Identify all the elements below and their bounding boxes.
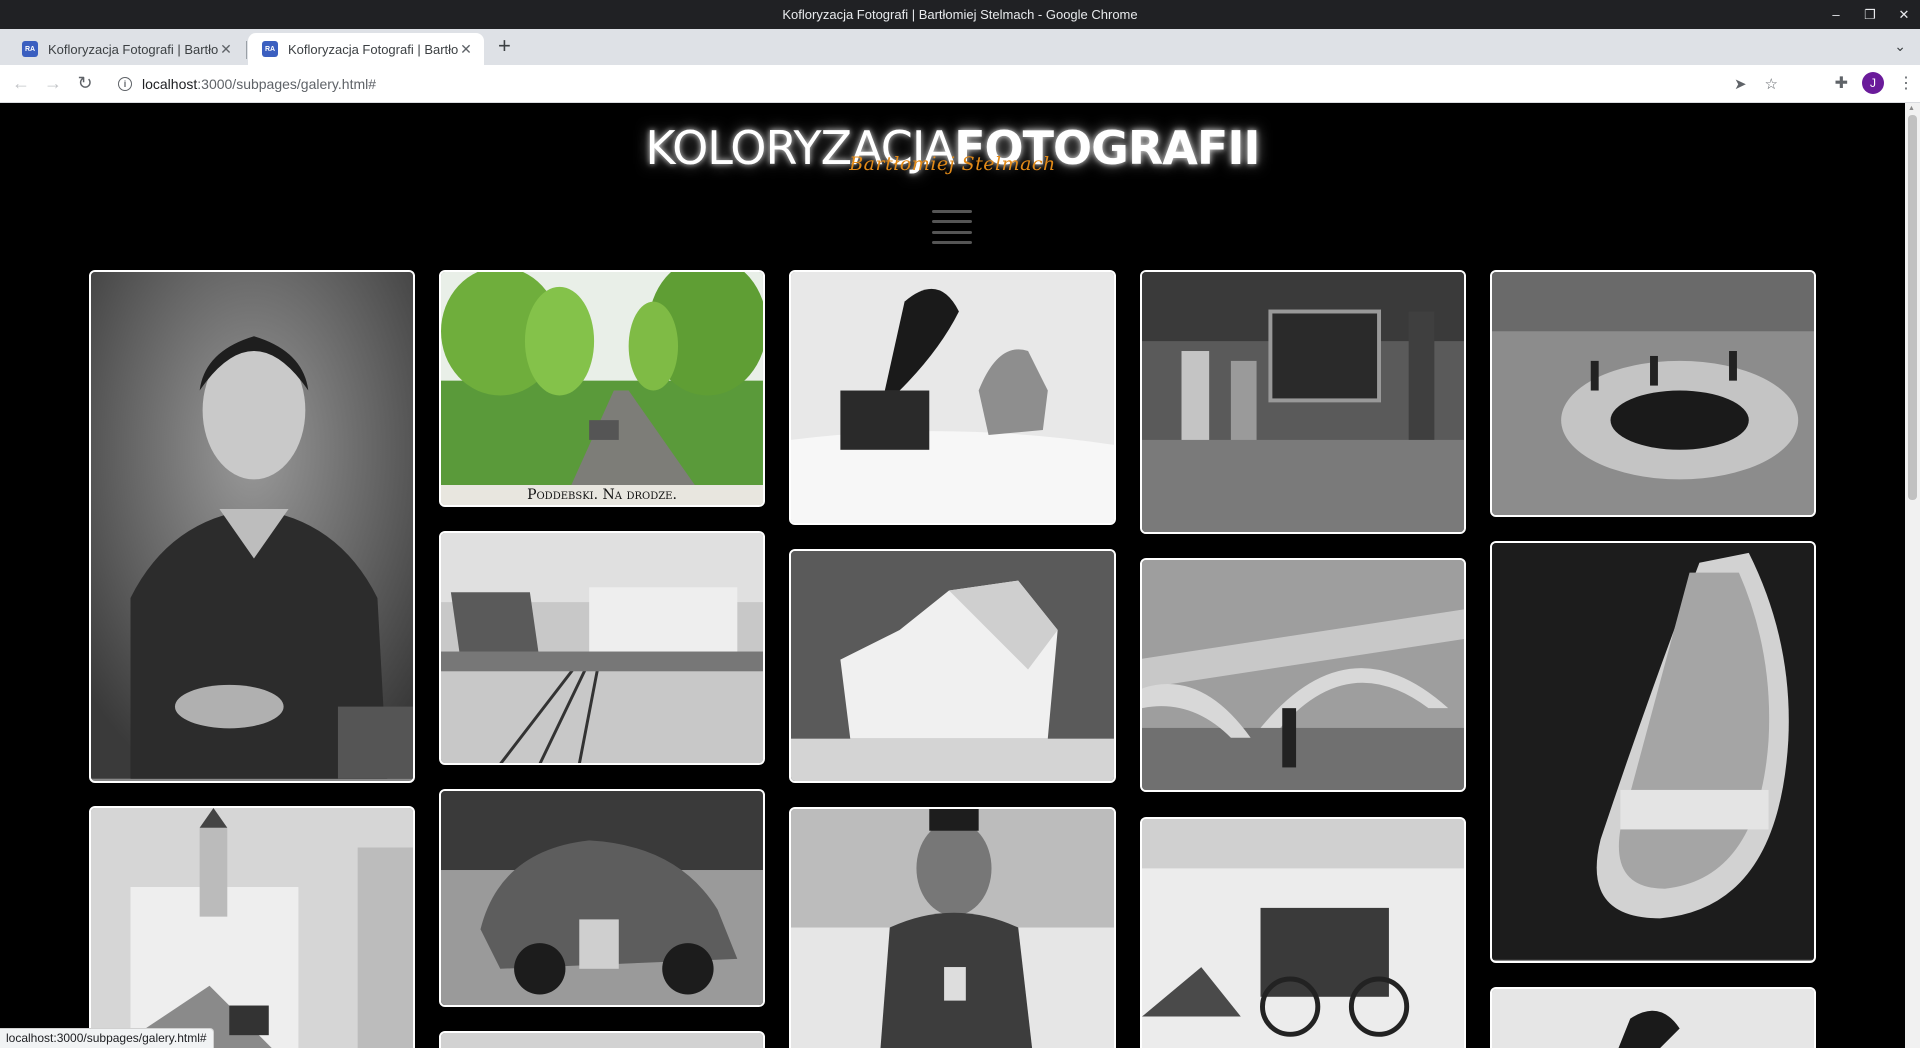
photo-winter-wagon[interactable]: [1140, 817, 1466, 1048]
tab-title: Kofloryzacja Fotografi | Bartłomiej Stel…: [288, 41, 458, 57]
partial-image: [441, 1033, 763, 1048]
tab-1[interactable]: RA Kofloryzacja Fotografi | Bartłomiej S…: [8, 33, 244, 65]
site-favicon-icon: RA: [22, 41, 38, 57]
minimize-icon[interactable]: –: [1828, 0, 1844, 29]
forward-arrow-icon[interactable]: →: [42, 73, 64, 93]
browser-toolbar: ← → ↻ i localhost:3000/subpages/galery.h…: [0, 65, 1920, 103]
tab-strip: RA Kofloryzacja Fotografi | Bartłomiej S…: [0, 29, 1920, 65]
send-to-device-icon[interactable]: ➤: [1734, 75, 1747, 93]
road-image: [441, 272, 763, 505]
page-viewport: KOLORYZACJAFOTOGRAFII Bartłomiej Stelmac…: [0, 103, 1905, 1048]
profile-avatar[interactable]: J: [1862, 72, 1884, 94]
close-tab-icon[interactable]: ✕: [218, 41, 234, 58]
wagon-image: [1142, 819, 1464, 1048]
photo-gramophone-dog[interactable]: [789, 270, 1116, 525]
photo-iceberg[interactable]: [789, 549, 1116, 783]
tab-divider: [246, 41, 247, 59]
new-tab-icon[interactable]: +: [498, 35, 511, 57]
hamburger-menu-icon[interactable]: [932, 210, 972, 244]
window-title: Kofloryzacja Fotografi | Bartłomiej Stel…: [782, 7, 1138, 22]
chrome-menu-icon[interactable]: ⋮: [1898, 73, 1914, 93]
photo-polar-explorer[interactable]: [789, 807, 1116, 1048]
photo-portrait-woman[interactable]: [89, 270, 415, 783]
photo-rooftop-crater[interactable]: [1490, 270, 1816, 517]
toolbar-actions: ✚ J ⋮: [1835, 72, 1914, 94]
scroll-up-arrow-icon[interactable]: ▲: [1908, 105, 1915, 112]
rooftop-image: [1492, 272, 1814, 515]
tab-search-chevron-icon[interactable]: ⌄: [1894, 38, 1906, 55]
reload-icon[interactable]: ↻: [74, 73, 96, 93]
car-image: [441, 791, 763, 1005]
scrollbar-thumb[interactable]: [1908, 115, 1917, 500]
url-path: :3000/subpages/galery.html#: [197, 76, 377, 92]
mine-image: [1142, 272, 1464, 532]
iceberg-image: [791, 551, 1114, 781]
gramophone-image: [1492, 989, 1814, 1048]
photo-road-car-colorized[interactable]: Poddebski. Na drodze.: [439, 270, 765, 507]
window-titlebar: Kofloryzacja Fotografi | Bartłomiej Stel…: [0, 0, 1920, 29]
photo-ice-cave[interactable]: [1490, 541, 1816, 963]
tab-title: Kofloryzacja Fotografi | Bartłomiej Stel…: [48, 41, 218, 57]
page-scrollbar[interactable]: ▲: [1905, 103, 1920, 1048]
gramophone-image: [791, 272, 1114, 523]
street-image: [91, 808, 413, 1048]
close-window-icon[interactable]: ✕: [1896, 0, 1912, 29]
bridge-image: [1142, 560, 1464, 790]
photo-caption: Poddebski. Na drodze.: [441, 485, 763, 505]
harbor-image: [441, 533, 763, 763]
tab-2-active[interactable]: RA Kofloryzacja Fotografi | Bartłomiej S…: [248, 33, 484, 65]
back-arrow-icon[interactable]: ←: [10, 73, 32, 93]
url-text: localhost:3000/subpages/galery.html#: [142, 76, 376, 92]
ice-cave-image: [1492, 543, 1814, 960]
close-tab-icon[interactable]: ✕: [458, 41, 474, 58]
omnibox-actions: ➤ ☆: [1734, 75, 1778, 93]
photo-vintage-car[interactable]: [439, 789, 765, 1007]
photo-harbor-railway[interactable]: [439, 531, 765, 765]
window-controls: – ❐ ✕: [1828, 0, 1912, 29]
bookmark-star-icon[interactable]: ☆: [1765, 75, 1778, 93]
logo-signature: Bartłomiej Stelmach: [849, 153, 1056, 175]
address-bar[interactable]: i localhost:3000/subpages/galery.html# ➤…: [108, 69, 1788, 99]
explorer-image: [791, 809, 1114, 1048]
restore-icon[interactable]: ❐: [1862, 0, 1878, 29]
photo-mine-painting[interactable]: [1140, 270, 1466, 534]
site-info-icon[interactable]: i: [118, 77, 132, 91]
photo-gramophone-partial[interactable]: [1490, 987, 1816, 1048]
url-host: localhost: [142, 76, 198, 92]
photo-church-street[interactable]: [89, 806, 415, 1048]
photo-bridge[interactable]: [1140, 558, 1466, 792]
extensions-puzzle-icon[interactable]: ✚: [1835, 73, 1848, 93]
portrait-image: [91, 272, 413, 779]
photo-partial-col2[interactable]: [439, 1031, 765, 1048]
site-favicon-icon: RA: [262, 41, 278, 57]
link-status-bubble: localhost:3000/subpages/galery.html#: [0, 1028, 214, 1048]
